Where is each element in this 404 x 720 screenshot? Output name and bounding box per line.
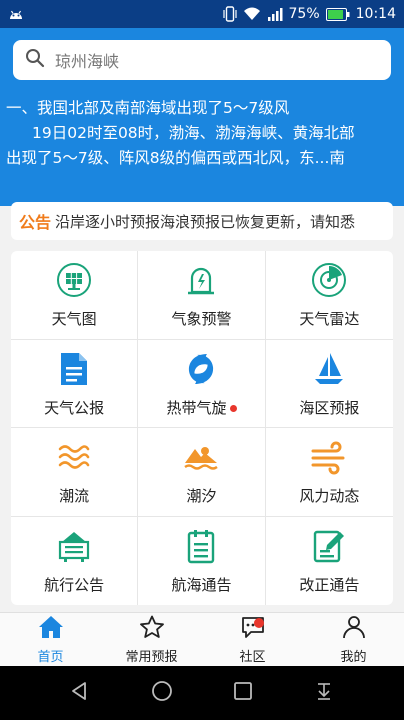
menu-sea-forecast[interactable]: 海区预报 — [265, 340, 393, 428]
tab-community[interactable]: 社区 — [202, 613, 303, 666]
tropical-cyclone-icon — [181, 349, 221, 389]
notification-badge — [254, 618, 264, 628]
vibrate-icon — [222, 6, 237, 22]
menu-correction-notice[interactable]: 改正通告 — [266, 517, 393, 606]
nautical-notice-icon — [181, 526, 221, 566]
back-icon[interactable] — [70, 681, 90, 705]
menu-label: 潮流 — [59, 487, 90, 506]
weather-map-icon — [54, 260, 94, 300]
menu-nautical-notice[interactable]: 航海通告 — [138, 516, 266, 605]
notice-text: 沿岸逐小时预报海浪预报已恢复更新，请知悉 — [55, 212, 356, 231]
menu-label: 天气图 — [51, 310, 97, 329]
menu-tropical-cyclone[interactable]: 热带气旋 — [138, 339, 266, 428]
weather-bulletin-icon — [54, 349, 94, 389]
home-icon — [38, 615, 64, 643]
notice-banner[interactable]: 公告 沿岸逐小时预报海浪预报已恢复更新，请知悉 — [11, 202, 393, 240]
tab-profile[interactable]: 我的 — [303, 613, 404, 666]
sea-forecast-icon — [309, 349, 349, 389]
alert-line: 一、我国北部及南部海域出现了5～7级风 — [6, 99, 290, 117]
signal-icon — [267, 7, 283, 21]
menu-label: 天气公报 — [44, 398, 105, 417]
menu-tide[interactable]: 潮汐 — [138, 428, 266, 517]
user-icon — [341, 615, 367, 643]
tab-home[interactable]: 首页 — [0, 613, 101, 666]
menu-label: 海区预报 — [299, 398, 360, 417]
new-badge — [229, 404, 237, 412]
search-placeholder: 琼州海峡 — [55, 52, 120, 71]
menu-label: 天气雷达 — [299, 310, 360, 329]
menu-label: 改正通告 — [299, 576, 360, 595]
status-bar: 75% 10:14 — [0, 0, 404, 28]
weather-alert-ticker[interactable]: 一、我国北部及南部海域出现了5～7级风 19日02时至08时，渤海、渤海海峡、黄… — [6, 96, 398, 171]
tidal-current-icon — [54, 437, 94, 477]
feature-grid: 天气图 气象预警 天气雷达 天气公报 热带气旋 海区预报 潮流 潮汐 风力动态 … — [11, 251, 393, 605]
star-icon — [139, 615, 165, 643]
menu-label: 热带气旋 — [166, 397, 237, 418]
tab-label: 社区 — [239, 649, 266, 665]
bottom-tab-bar: 首页 常用预报 社区 我的 — [0, 612, 404, 666]
weather-radar-icon — [309, 260, 349, 300]
notification-pull-icon[interactable] — [314, 681, 334, 705]
system-nav-bar — [0, 666, 404, 720]
menu-label: 潮汐 — [186, 487, 217, 506]
tide-icon — [181, 437, 221, 477]
weather-warning-icon — [181, 260, 221, 300]
battery-percent: 75% — [288, 6, 320, 22]
alert-line: 出现了5～7级、阵风8级的偏西或西北风，东...南 — [6, 149, 345, 167]
notice-tag: 公告 — [19, 213, 52, 232]
android-icon — [8, 8, 24, 20]
menu-weather-bulletin[interactable]: 天气公报 — [11, 339, 139, 428]
menu-label-text: 热带气旋 — [166, 398, 227, 417]
navigation-notice-icon — [54, 526, 94, 566]
tab-favorites[interactable]: 常用预报 — [101, 613, 202, 666]
home-circle-icon[interactable] — [151, 680, 173, 706]
header: 琼州海峡 一、我国北部及南部海域出现了5～7级风 19日02时至08时，渤海、渤… — [0, 28, 404, 206]
search-icon — [25, 48, 45, 72]
alert-line: 19日02时至08时，渤海、渤海海峡、黄海北部 — [32, 124, 355, 142]
menu-label: 航海通告 — [171, 576, 232, 595]
menu-weather-warning[interactable]: 气象预警 — [138, 251, 266, 340]
battery-icon — [325, 7, 350, 21]
menu-label: 气象预警 — [171, 310, 232, 329]
menu-weather-radar[interactable]: 天气雷达 — [265, 251, 393, 340]
wifi-icon — [243, 7, 261, 21]
recents-icon[interactable] — [233, 681, 253, 705]
tab-label: 我的 — [340, 649, 367, 665]
tab-label: 首页 — [37, 649, 64, 665]
menu-wind-dynamics[interactable]: 风力动态 — [265, 428, 393, 517]
search-input[interactable]: 琼州海峡 — [13, 40, 391, 80]
wind-dynamics-icon — [309, 437, 349, 477]
menu-navigation-notice[interactable]: 航行公告 — [11, 516, 139, 605]
menu-label: 航行公告 — [44, 576, 105, 595]
clock: 10:14 — [355, 6, 396, 22]
menu-label: 风力动态 — [299, 487, 360, 506]
menu-tidal-current[interactable]: 潮流 — [11, 428, 139, 517]
menu-weather-map[interactable]: 天气图 — [11, 251, 139, 340]
tab-label: 常用预报 — [125, 649, 178, 665]
correction-notice-icon — [309, 526, 349, 566]
